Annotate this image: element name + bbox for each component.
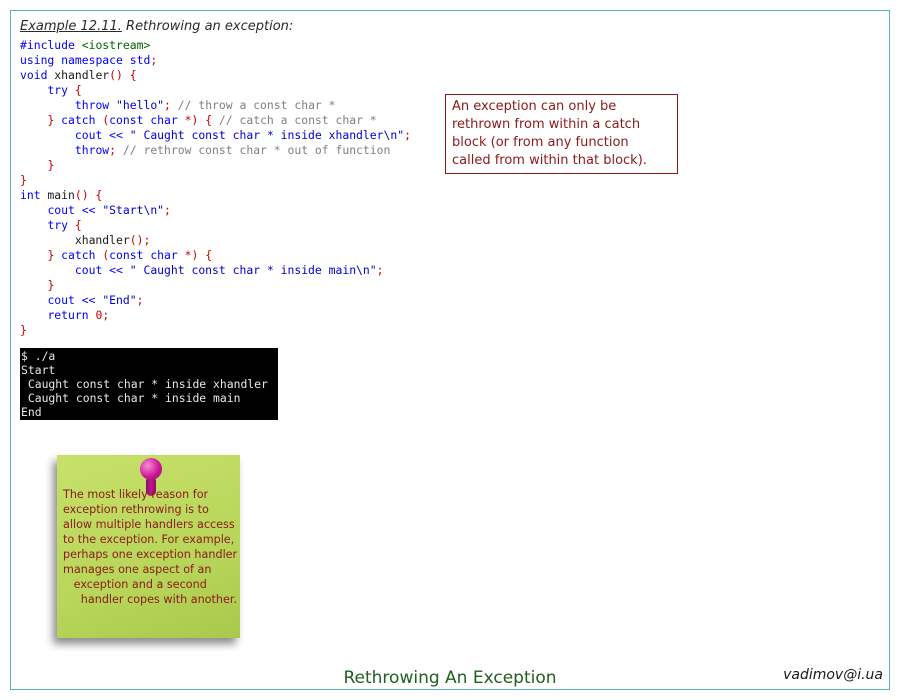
pushpin-icon [140, 458, 162, 480]
code-line: } [20, 323, 27, 337]
code-line: } catch (const char *) { [47, 248, 213, 262]
code-line: cout << " Caught const char * inside xha… [74, 128, 411, 142]
code-line: void xhandler() { [20, 68, 137, 82]
example-title: Rethrowing an exception: [126, 19, 294, 34]
code-line: } [47, 278, 55, 292]
code-line: cout << "End"; [47, 293, 144, 307]
example-number: Example 12.11. [20, 19, 122, 34]
code-line: int main() { [20, 188, 103, 202]
code-line: xhandler(); [20, 233, 151, 247]
sticky-note-line: exception rethrowing is to [63, 503, 209, 516]
code-line: cout << " Caught const char * inside mai… [74, 263, 384, 277]
code-line: } catch (const char *) { // catch a cons… [47, 113, 377, 127]
terminal-line: Caught const char * inside xhandler [21, 377, 268, 391]
code-line: try { [47, 83, 82, 97]
terminal-line: Caught const char * inside main [21, 391, 241, 405]
slide-title: Rethrowing An Exception [343, 668, 557, 688]
sticky-note-line: handler copes with another. [63, 593, 238, 606]
sticky-note-line: to the exception. For example, [63, 533, 235, 546]
sticky-note-line: allow multiple handlers access [63, 518, 235, 531]
sticky-note-line: The most likely reason for [63, 488, 209, 501]
code-line: using namespace std; [20, 53, 158, 67]
code-line: throw; // rethrow const char * out of fu… [74, 143, 391, 157]
code-line: } [20, 173, 27, 187]
terminal-line: $ ./a [21, 349, 56, 363]
code-listing: #include <iostream> using namespace std; v… [20, 38, 411, 338]
code-line: try { [47, 218, 82, 232]
sticky-note-line: perhaps one exception handler [63, 548, 238, 561]
terminal-line: Start [21, 363, 56, 377]
sticky-note-text: The most likely reason for exception reth… [63, 487, 243, 607]
sticky-note-line: manages one aspect of an [63, 563, 212, 576]
author-email: vadimov@i.ua [783, 667, 883, 683]
code-line: return 0; [47, 308, 110, 322]
terminal-output: $ ./a Start Caught const char * inside xh… [20, 348, 278, 420]
code-line: #include <iostream> [20, 38, 151, 52]
example-heading: Example 12.11. Rethrowing an exception: [20, 19, 293, 34]
code-line: } [47, 158, 55, 172]
sticky-note-line: exception and a second [63, 578, 207, 591]
code-line: cout << "Start\n"; [47, 203, 171, 217]
terminal-line: End [21, 405, 42, 419]
code-line: throw "hello"; // throw a const char * [74, 98, 336, 112]
rethrow-callout: An exception can only be rethrown from w… [445, 94, 678, 174]
